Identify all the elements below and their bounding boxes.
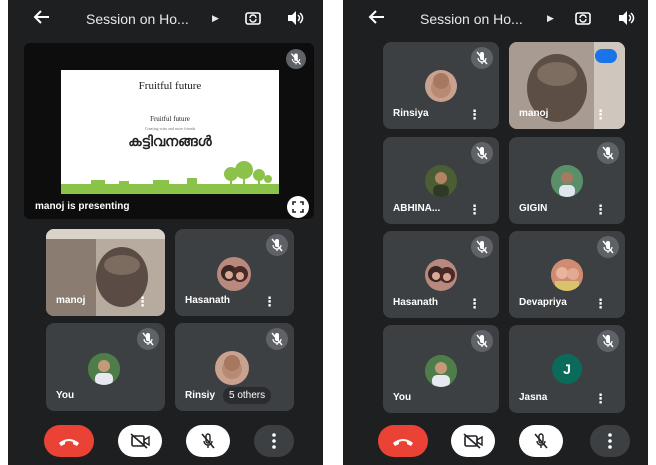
camera-off-icon bbox=[128, 432, 152, 450]
speaker-icon[interactable] bbox=[286, 10, 304, 26]
participant-name: manoj bbox=[56, 295, 86, 306]
mic-off-icon bbox=[597, 142, 619, 164]
avatar bbox=[217, 257, 251, 291]
participant-name: You bbox=[56, 390, 75, 401]
avatar bbox=[425, 259, 457, 291]
speaking-indicator-icon bbox=[595, 49, 617, 63]
right-phone-screen: Session on Ho... ▶ Rinsiya ⋮ manoj ⋮ ABH… bbox=[343, 0, 648, 465]
top-bar: Session on Ho... ▶ bbox=[343, 0, 648, 40]
participant-name: Rinsiy bbox=[185, 390, 216, 401]
mic-off-icon bbox=[530, 430, 552, 452]
participant-tile-abhina[interactable]: ABHINA... ⋮ bbox=[383, 137, 499, 224]
end-call-icon bbox=[57, 434, 81, 448]
more-vert-icon[interactable]: ⋮ bbox=[263, 295, 276, 309]
fullscreen-icon[interactable] bbox=[287, 196, 309, 218]
participant-name: ABHINA... bbox=[393, 203, 441, 214]
left-phone-screen: Session on Ho... ▶ Fruitful future Fruit… bbox=[8, 0, 323, 465]
mic-off-icon bbox=[597, 330, 619, 352]
mic-off-icon bbox=[471, 142, 493, 164]
more-vert-icon[interactable]: ⋮ bbox=[136, 295, 149, 309]
mic-off-icon bbox=[471, 236, 493, 258]
others-count-badge[interactable]: 5 others bbox=[223, 387, 272, 404]
slide-small-text: Creating wins and more friends bbox=[144, 126, 196, 131]
participant-tile-you[interactable]: You bbox=[46, 323, 165, 411]
participant-name: Hasanath bbox=[393, 297, 439, 308]
top-bar: Session on Ho... ▶ bbox=[8, 0, 323, 40]
end-call-icon bbox=[391, 434, 415, 448]
mic-off-icon bbox=[597, 236, 619, 258]
presentation-slide: Fruitful future Fruitful future Creating… bbox=[61, 70, 279, 194]
meeting-title[interactable]: Session on Ho... bbox=[420, 11, 523, 27]
participant-tile-others[interactable]: Rinsiy 5 others bbox=[175, 323, 294, 411]
participant-tile-you[interactable]: You bbox=[383, 325, 499, 413]
participant-name: manoj bbox=[519, 108, 549, 119]
participant-tile-manoj[interactable]: manoj ⋮ bbox=[509, 42, 625, 129]
participant-name: You bbox=[393, 392, 412, 403]
avatar: J bbox=[552, 354, 582, 384]
slide-landscape-graphic bbox=[61, 161, 279, 194]
end-call-button[interactable] bbox=[44, 425, 94, 457]
mic-off-icon bbox=[471, 330, 493, 352]
arrow-left-icon[interactable] bbox=[32, 7, 52, 27]
avatar bbox=[425, 70, 457, 102]
participant-name: Devapriya bbox=[519, 297, 567, 308]
mic-off-icon bbox=[266, 328, 288, 350]
participant-tile-hasanath[interactable]: Hasanath ⋮ bbox=[175, 229, 294, 316]
more-options-button[interactable] bbox=[254, 425, 294, 457]
more-vert-icon[interactable]: ⋮ bbox=[594, 392, 607, 406]
presentation-tile[interactable]: Fruitful future Fruitful future Creating… bbox=[24, 43, 314, 219]
participant-name: Hasanath bbox=[185, 295, 231, 306]
avatar bbox=[425, 165, 457, 197]
participant-name: Jasna bbox=[519, 392, 548, 403]
participant-tile-gigin[interactable]: GIGIN ⋮ bbox=[509, 137, 625, 224]
avatar bbox=[215, 351, 249, 385]
more-vert-icon[interactable]: ⋮ bbox=[468, 108, 481, 122]
slide-subheading: Fruitful future bbox=[150, 115, 190, 123]
caret-right-icon[interactable]: ▶ bbox=[212, 13, 219, 24]
slide-main-text: കട്ടിവനങ്ങൾ bbox=[128, 134, 212, 150]
meeting-title[interactable]: Session on Ho... bbox=[86, 11, 189, 27]
mic-off-icon bbox=[286, 49, 306, 69]
more-vert-icon[interactable]: ⋮ bbox=[594, 297, 607, 311]
speaker-icon[interactable] bbox=[617, 10, 635, 26]
more-vert-icon[interactable]: ⋮ bbox=[468, 203, 481, 217]
more-vert-icon[interactable]: ⋮ bbox=[468, 297, 481, 311]
switch-camera-icon[interactable] bbox=[244, 9, 262, 27]
camera-toggle-button[interactable] bbox=[118, 425, 162, 457]
mic-toggle-button[interactable] bbox=[186, 425, 230, 457]
caret-right-icon[interactable]: ▶ bbox=[547, 13, 554, 24]
arrow-left-icon[interactable] bbox=[367, 7, 387, 27]
mic-off-icon bbox=[197, 430, 219, 452]
camera-toggle-button[interactable] bbox=[451, 425, 495, 457]
avatar bbox=[88, 353, 120, 385]
more-vert-icon[interactable]: ⋮ bbox=[594, 108, 607, 122]
participant-name: GIGIN bbox=[519, 203, 548, 214]
mic-off-icon bbox=[266, 234, 288, 256]
mic-toggle-button[interactable] bbox=[519, 425, 563, 457]
more-vert-icon bbox=[271, 432, 277, 450]
participant-tile-devapriya[interactable]: Devapriya ⋮ bbox=[509, 231, 625, 318]
avatar bbox=[551, 259, 583, 291]
participant-tile-manoj[interactable]: manoj ⋮ bbox=[46, 229, 165, 316]
participant-tile-hasanath[interactable]: Hasanath ⋮ bbox=[383, 231, 499, 318]
avatar bbox=[551, 165, 583, 197]
more-vert-icon[interactable]: ⋮ bbox=[594, 203, 607, 217]
avatar bbox=[425, 355, 457, 387]
more-vert-icon bbox=[607, 432, 613, 450]
participant-tile-rinsiya[interactable]: Rinsiya ⋮ bbox=[383, 42, 499, 129]
mic-off-icon bbox=[137, 328, 159, 350]
slide-heading: Fruitful future bbox=[138, 80, 202, 92]
participant-tile-jasna[interactable]: J Jasna ⋮ bbox=[509, 325, 625, 413]
switch-camera-icon[interactable] bbox=[574, 9, 592, 27]
more-options-button[interactable] bbox=[590, 425, 630, 457]
end-call-button[interactable] bbox=[378, 425, 428, 457]
mic-off-icon bbox=[471, 47, 493, 69]
presenting-label: manoj is presenting bbox=[35, 201, 130, 212]
camera-off-icon bbox=[461, 432, 485, 450]
participant-name: Rinsiya bbox=[393, 108, 429, 119]
